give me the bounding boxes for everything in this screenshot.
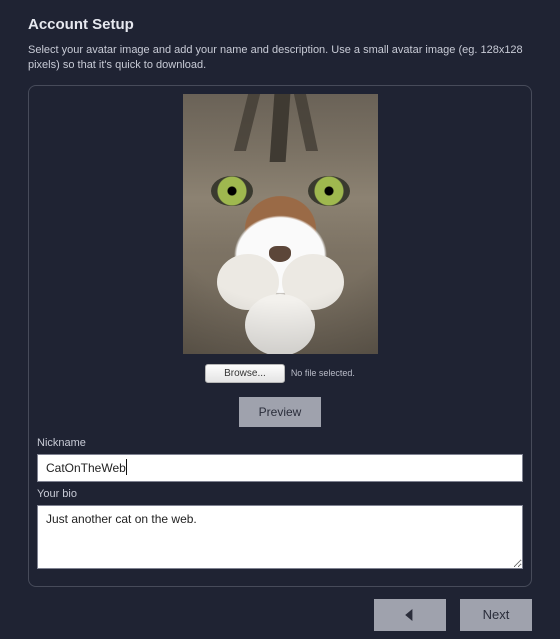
- bio-label: Your bio: [37, 488, 523, 500]
- page-title: Account Setup: [28, 16, 532, 33]
- back-icon: [404, 609, 416, 621]
- bio-textarea[interactable]: [37, 505, 523, 569]
- nickname-label: Nickname: [37, 437, 523, 449]
- avatar-image: [183, 94, 378, 354]
- page-description: Select your avatar image and add your na…: [28, 43, 532, 73]
- back-button[interactable]: [374, 599, 446, 631]
- wizard-footer: Next: [28, 599, 532, 631]
- nickname-input[interactable]: [37, 454, 523, 482]
- account-setup-page: Account Setup Select your avatar image a…: [0, 0, 560, 631]
- browse-button[interactable]: Browse...: [205, 364, 285, 383]
- file-picker-row: Browse... No file selected.: [37, 364, 523, 383]
- form-panel: Browse... No file selected. Preview Nick…: [28, 85, 532, 587]
- file-status-text: No file selected.: [291, 368, 355, 378]
- text-caret: [126, 459, 127, 475]
- preview-button[interactable]: Preview: [239, 397, 322, 427]
- avatar-container: [37, 94, 523, 354]
- next-button[interactable]: Next: [460, 599, 532, 631]
